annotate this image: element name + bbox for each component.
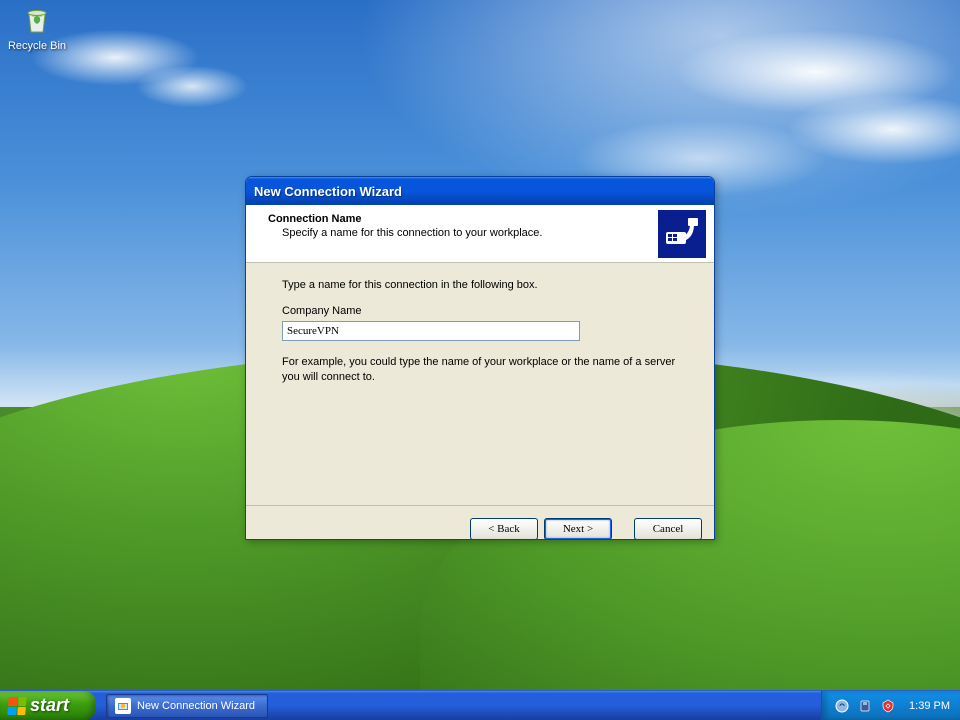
windows-logo-icon [7, 697, 27, 715]
connection-icon [658, 210, 706, 258]
wizard-body: Type a name for this connection in the f… [246, 263, 714, 505]
security-alert-icon[interactable] [880, 698, 896, 714]
desktop-icon-recycle-bin[interactable]: Recycle Bin [0, 4, 74, 52]
back-button[interactable]: < Back [470, 518, 538, 540]
wizard-instruction: Type a name for this connection in the f… [282, 279, 678, 291]
new-connection-wizard-window: New Connection Wizard Connection Name Sp… [245, 176, 715, 540]
taskbar-item-wizard[interactable]: New Connection Wizard [106, 694, 268, 718]
start-label: start [30, 695, 69, 716]
taskbar-clock[interactable]: 1:39 PM [909, 700, 950, 712]
wizard-header: Connection Name Specify a name for this … [246, 205, 714, 263]
desktop-icon-label: Recycle Bin [0, 40, 74, 52]
cancel-button[interactable]: Cancel [634, 518, 702, 540]
task-item-icon [115, 698, 131, 714]
tray-icon-generic[interactable] [834, 698, 850, 714]
desktop[interactable]: Recycle Bin New Connection Wizard Connec… [0, 0, 960, 720]
wizard-title: New Connection Wizard [254, 184, 402, 199]
start-button[interactable]: start [0, 691, 96, 720]
system-tray: 1:39 PM [821, 691, 960, 720]
wizard-titlebar[interactable]: New Connection Wizard [246, 177, 714, 205]
next-button[interactable]: Next > [544, 518, 612, 540]
company-name-label: Company Name [282, 305, 678, 317]
wizard-button-row: < Back Next > Cancel [246, 505, 714, 540]
taskbar: start New Connection Wizard 1:39 P [0, 690, 960, 720]
wizard-example-text: For example, you could type the name of … [282, 355, 678, 385]
tray-icon-removable[interactable] [857, 698, 873, 714]
wizard-header-subtitle: Specify a name for this connection to yo… [282, 227, 650, 239]
task-item-label: New Connection Wizard [137, 700, 255, 712]
wizard-header-title: Connection Name [268, 213, 650, 225]
company-name-input[interactable] [282, 321, 580, 341]
recycle-bin-icon [21, 4, 53, 36]
